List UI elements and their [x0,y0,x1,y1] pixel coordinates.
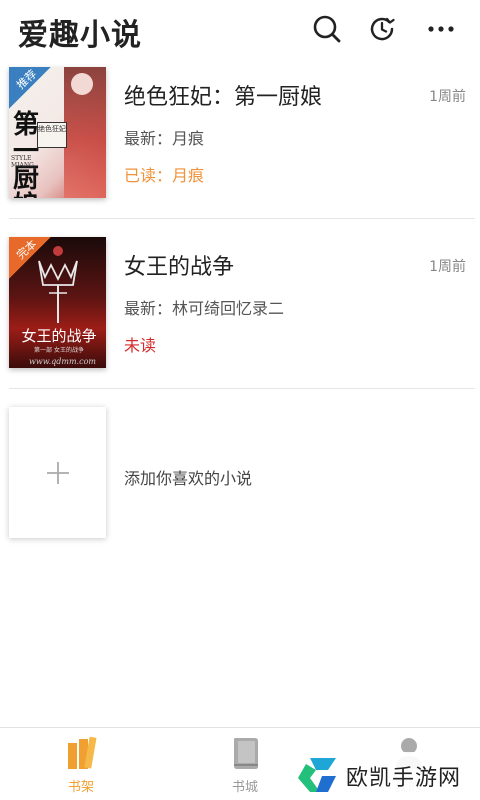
book-item[interactable]: 推荐 绝色狂妃 第一厨娘 STYLE MIANG 绝色狂妃：第一厨娘 1周前 最… [0,67,480,237]
watermark-logo-icon [298,758,336,792]
app-title: 爱趣小说 [18,18,142,53]
divider [9,388,475,389]
book-latest-chapter: 最新：林可绮回忆录二 [124,299,285,318]
book-read-status: 已读：月痕 [124,166,205,185]
book-read-status: 未读 [124,336,157,355]
watermark-text: 欧凯手游网 [346,766,462,791]
app-header: 爱趣小说 [0,0,480,58]
book-latest-chapter: 最新：月痕 [124,129,205,148]
tab-bookshelf[interactable]: 书架 [41,736,121,796]
search-button[interactable] [310,12,344,46]
tab-label: 书架 [67,780,94,795]
cover-crown-graphic [38,246,78,323]
cover-small-title: 绝色狂妃 [37,122,67,148]
book-cover[interactable]: 推荐 绝色狂妃 第一厨娘 STYLE MIANG [9,67,106,198]
add-book-button[interactable] [9,407,106,538]
search-icon [313,15,341,43]
more-icon [428,26,454,32]
history-button[interactable] [365,12,399,46]
more-button[interactable] [424,12,458,46]
book-icon [234,738,258,769]
add-book-label[interactable]: 添加你喜欢的小说 [124,465,252,489]
cover-subtitle: STYLE MIANG [11,155,34,169]
watermark: 欧凯手游网 [292,752,480,798]
book-updated-time: 1周前 [429,89,466,105]
book-item[interactable]: 完本 女王的战争 第一部 女王的战争 www.qdmm.com 女王的战争 1周… [0,237,480,407]
cover-blossom [71,73,93,95]
book-title: 女王的战争 [124,255,235,280]
cover-big-text: 女王的战争 [21,327,97,345]
history-icon [370,17,395,41]
cover-subtitle: 第一部 女王的战争 [34,347,84,354]
book-updated-time: 1周前 [429,259,466,275]
book-title: 绝色狂妃：第一厨娘 [124,85,323,110]
book-cover[interactable]: 完本 女王的战争 第一部 女王的战争 www.qdmm.com [9,237,106,368]
cover-site: www.qdmm.com [29,357,96,366]
divider [9,218,475,219]
bookshelf-icon [68,736,97,769]
tab-label: 书城 [231,780,258,795]
plus-icon [46,461,69,484]
tab-bookstore[interactable]: 书城 [205,736,285,796]
